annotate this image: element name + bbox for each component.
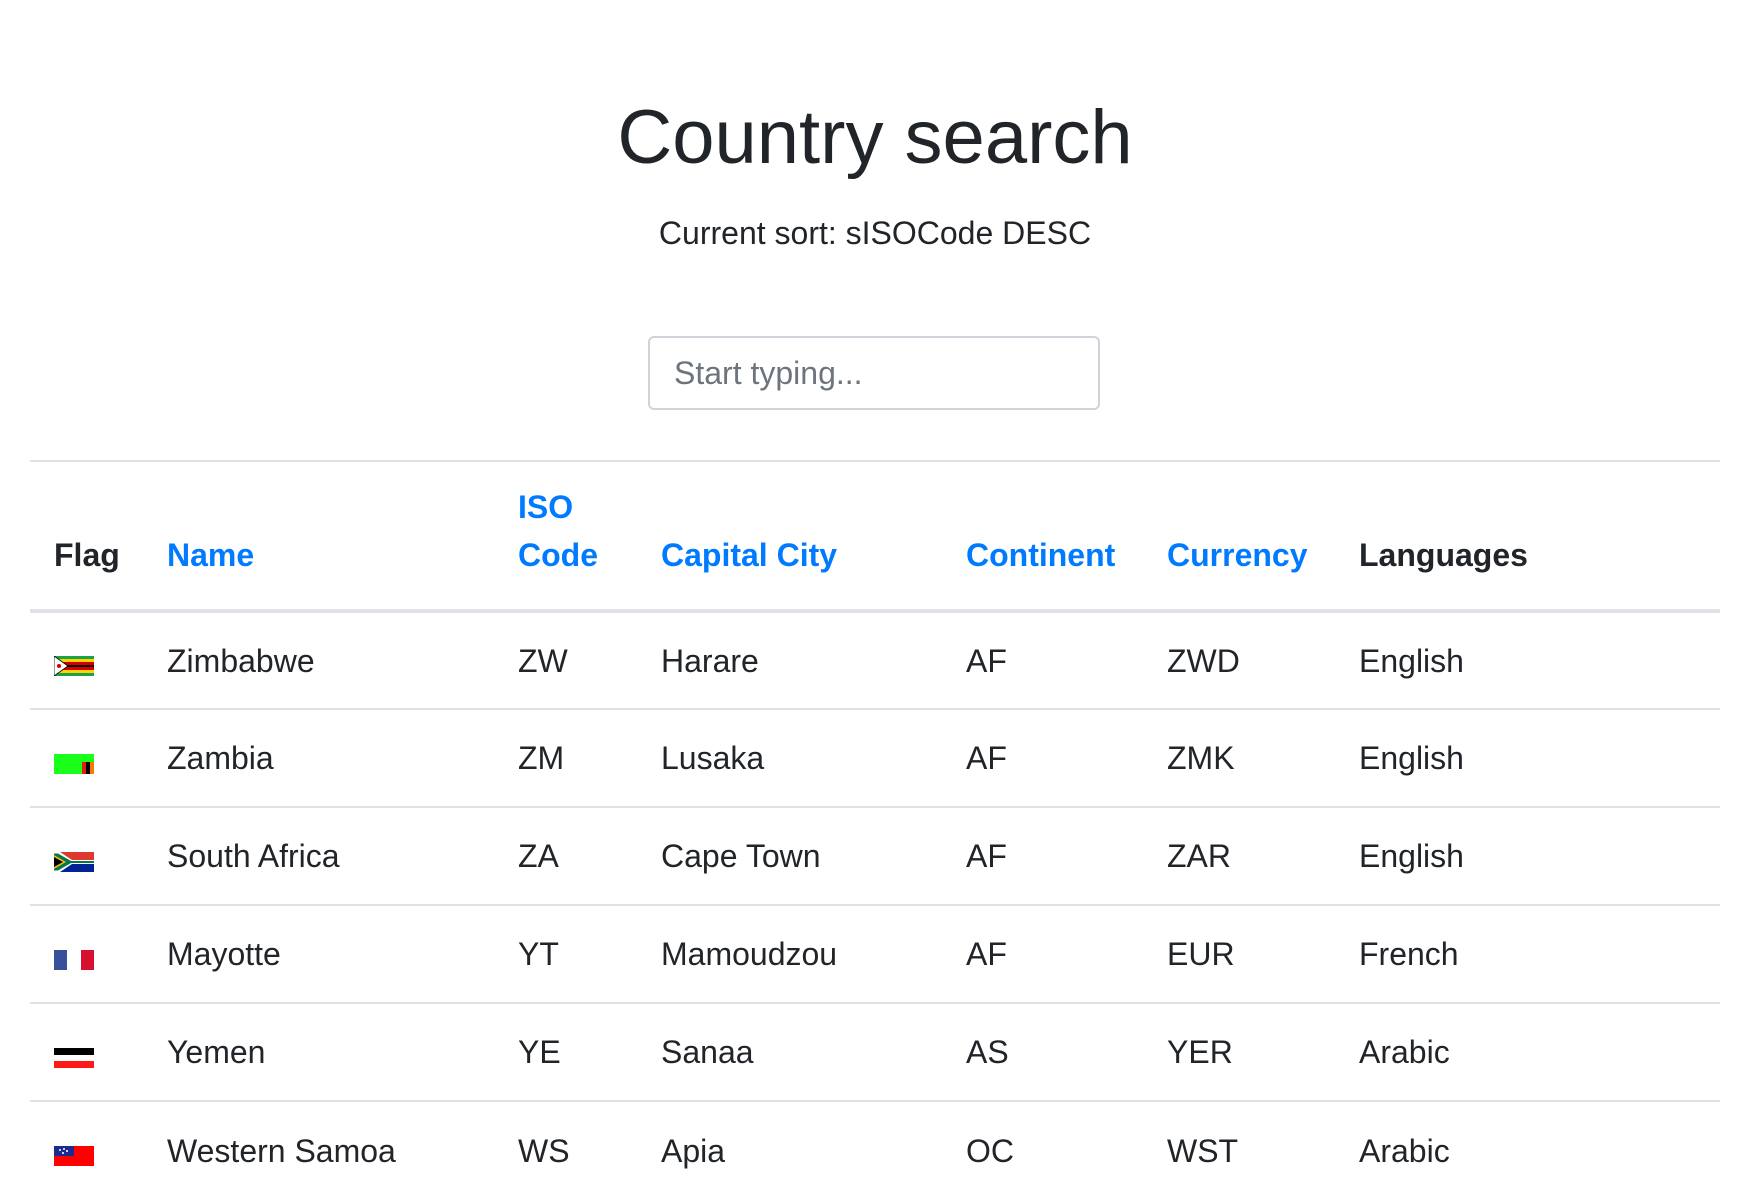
page: Country search Current sort: sISOCode DE… <box>0 0 1750 1194</box>
south-africa-flag-icon <box>54 851 94 872</box>
currency: ZWD <box>1167 642 1240 679</box>
column-header-name[interactable]: Name <box>167 461 518 611</box>
capital-city: Cape Town <box>661 838 821 874</box>
zambia-flag-icon <box>54 753 94 774</box>
languages: French <box>1359 936 1459 972</box>
continent: AF <box>966 936 1007 972</box>
languages: Arabic <box>1359 1034 1450 1070</box>
page-title: Country search <box>617 95 1133 180</box>
table-body: Zimbabwe ZW Harare AF ZWD English Zambia… <box>30 611 1720 1194</box>
flag-cell <box>30 807 167 905</box>
column-header-currency[interactable]: Currency <box>1167 461 1359 611</box>
country-name: Zimbabwe <box>167 642 315 679</box>
column-header-flag: Flag <box>54 537 120 573</box>
iso-code: WS <box>518 1132 570 1169</box>
currency: ZAR <box>1167 838 1231 874</box>
column-header-languages: Languages <box>1359 537 1528 573</box>
table-row: Yemen YE Sanaa AS YER Arabic <box>30 1003 1720 1101</box>
continent: AF <box>966 838 1007 874</box>
languages: English <box>1359 740 1464 776</box>
currency: ZMK <box>1167 740 1235 776</box>
currency: WST <box>1167 1132 1239 1169</box>
column-header-capital-city[interactable]: Capital City <box>661 461 966 611</box>
capital-city: Mamoudzou <box>661 936 838 972</box>
capital-city: Lusaka <box>661 740 765 776</box>
flag-cell <box>30 905 167 1003</box>
column-header-continent[interactable]: Continent <box>966 461 1167 611</box>
table-header: Flag Name ISO Code Capital City Continen… <box>30 461 1720 611</box>
table-row: Western Samoa WS Apia OC WST Arabic <box>30 1101 1720 1194</box>
table-row: Mayotte YT Mamoudzou AF EUR French <box>30 905 1720 1003</box>
capital-city: Apia <box>661 1132 726 1169</box>
flag-cell <box>30 611 167 709</box>
yemen-flag-icon <box>54 1047 94 1068</box>
languages: English <box>1359 838 1464 874</box>
search-input[interactable] <box>648 336 1100 410</box>
western-samoa-flag-icon <box>54 1146 94 1167</box>
column-header-iso-code-label: ISO Code <box>518 489 598 573</box>
iso-code: ZM <box>518 740 565 776</box>
country-table-container: Flag Name ISO Code Capital City Continen… <box>30 460 1720 1194</box>
iso-code: ZA <box>518 838 559 874</box>
flag-cell <box>30 1101 167 1194</box>
iso-code: ZW <box>518 642 568 679</box>
country-table: Flag Name ISO Code Capital City Continen… <box>30 460 1720 1194</box>
sort-status: Current sort: sISOCode DESC <box>658 215 1092 251</box>
flag-cell <box>30 709 167 807</box>
table-row: Zambia ZM Lusaka AF ZMK English <box>30 709 1720 807</box>
continent: OC <box>966 1132 1014 1169</box>
country-name: Western Samoa <box>167 1132 396 1169</box>
country-name: South Africa <box>167 838 340 874</box>
continent: AF <box>966 740 1007 776</box>
flag-cell <box>30 1003 167 1101</box>
table-row: Zimbabwe ZW Harare AF ZWD English <box>30 611 1720 709</box>
currency: YER <box>1167 1034 1233 1070</box>
table-header-row: Flag Name ISO Code Capital City Continen… <box>30 461 1720 611</box>
mayotte-flag-icon <box>54 949 94 970</box>
languages: English <box>1359 642 1464 679</box>
iso-code: YE <box>518 1034 561 1070</box>
capital-city: Sanaa <box>661 1034 754 1070</box>
currency: EUR <box>1167 936 1235 972</box>
languages: Arabic <box>1359 1132 1450 1169</box>
continent: AS <box>966 1034 1009 1070</box>
country-name: Zambia <box>167 740 274 776</box>
iso-code: YT <box>518 936 559 972</box>
column-header-iso-code[interactable]: ISO Code <box>518 461 661 611</box>
table-row: South Africa ZA Cape Town AF ZAR English <box>30 807 1720 905</box>
continent: AF <box>966 642 1007 679</box>
capital-city: Harare <box>661 642 759 679</box>
zimbabwe-flag-icon <box>54 656 94 677</box>
country-name: Mayotte <box>167 936 281 972</box>
country-name: Yemen <box>167 1034 266 1070</box>
